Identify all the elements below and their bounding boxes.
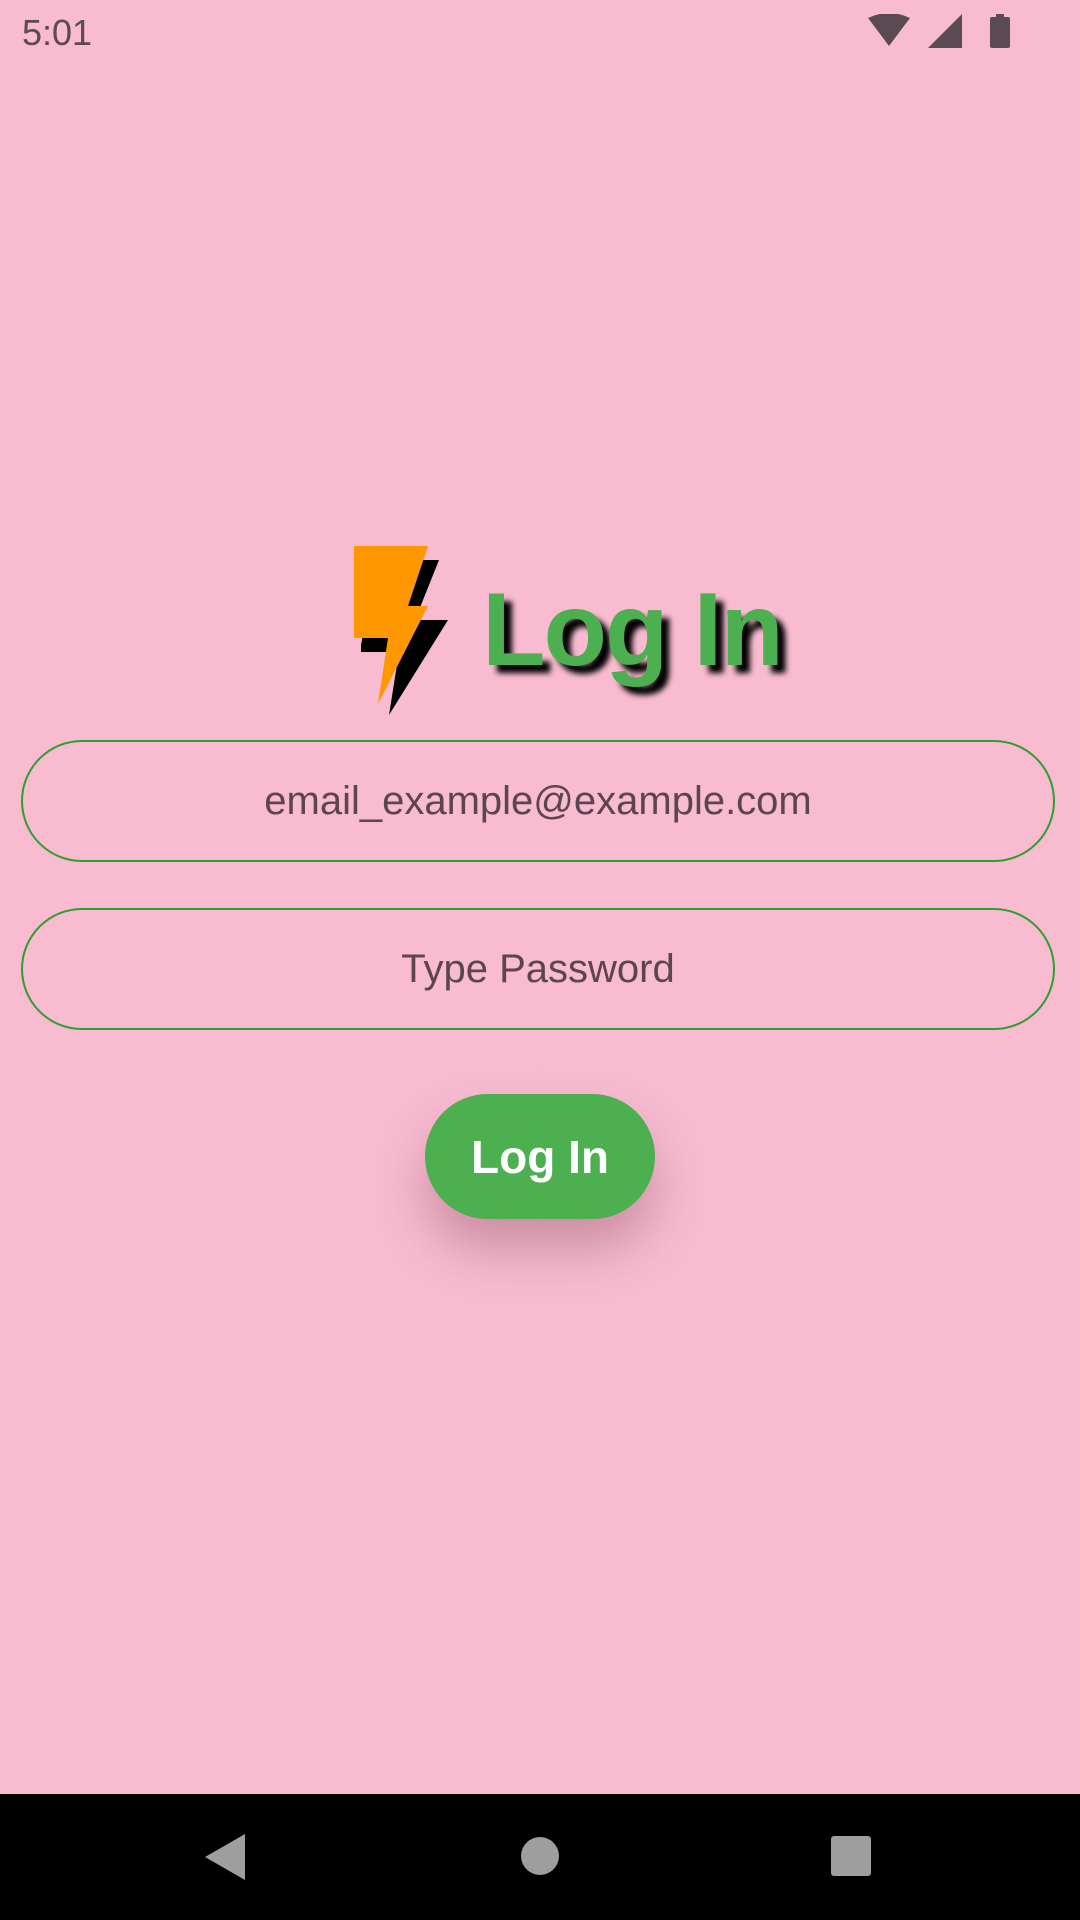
page-title: Log In — [482, 572, 784, 688]
battery-icon — [990, 14, 1010, 48]
home-icon[interactable] — [520, 1836, 560, 1876]
status-time: 5:01 — [22, 12, 93, 53]
header: Log In — [0, 540, 1080, 720]
back-icon[interactable] — [205, 1834, 245, 1880]
recents-icon[interactable] — [831, 1836, 871, 1876]
password-field[interactable]: Type Password — [21, 908, 1055, 1030]
password-placeholder: Type Password — [401, 946, 675, 991]
login-button[interactable]: Log In — [425, 1094, 655, 1219]
email-field[interactable]: email_example@example.com — [21, 740, 1055, 862]
status-bar: 5:01 — [0, 0, 1080, 64]
navigation-bar — [0, 1794, 1080, 1920]
cellular-signal-icon — [928, 14, 962, 48]
lightning-bolt-icon — [354, 546, 448, 715]
email-placeholder: email_example@example.com — [264, 778, 812, 823]
wifi-icon — [868, 14, 910, 46]
login-button-label: Log In — [471, 1130, 609, 1183]
